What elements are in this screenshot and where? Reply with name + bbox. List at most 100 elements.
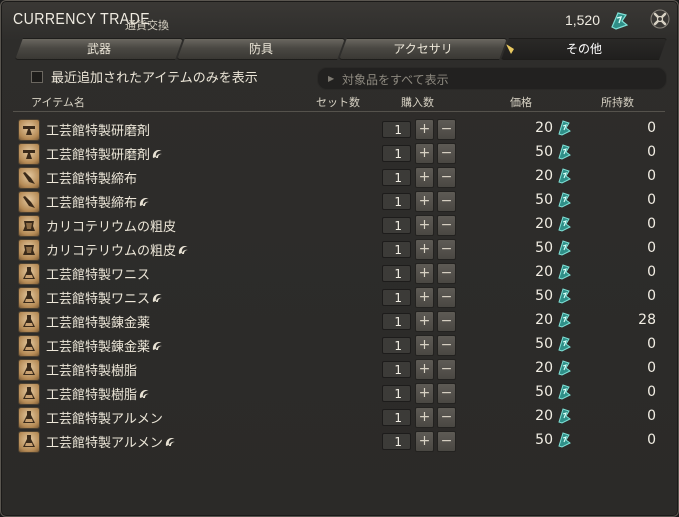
- hammer-icon[interactable]: [18, 143, 40, 165]
- item-row[interactable]: 工芸館特製樹脂 1 + − 50 0: [13, 381, 665, 405]
- cloth-icon[interactable]: [18, 167, 40, 189]
- increment-button[interactable]: +: [415, 431, 434, 452]
- quantity-input[interactable]: 1: [382, 145, 411, 162]
- quantity-input[interactable]: 1: [382, 409, 411, 426]
- flask-icon[interactable]: [18, 311, 40, 333]
- item-row[interactable]: 工芸館特製研磨剤 1 + − 20 0: [13, 117, 665, 141]
- currency-icon: [558, 216, 571, 232]
- decrement-button[interactable]: −: [437, 431, 456, 452]
- cloth-icon[interactable]: [18, 191, 40, 213]
- quantity-input[interactable]: 1: [382, 241, 411, 258]
- settings-icon[interactable]: [649, 8, 671, 30]
- increment-button[interactable]: +: [415, 407, 434, 428]
- item-name-text: 工芸館特製締布: [46, 196, 138, 211]
- increment-button[interactable]: +: [415, 239, 434, 260]
- quantity-input[interactable]: 1: [382, 337, 411, 354]
- item-row[interactable]: カリコテリウムの粗皮 1 + − 50 0: [13, 237, 665, 261]
- increment-button[interactable]: +: [415, 143, 434, 164]
- item-row[interactable]: 工芸館特製アルメン 1 + − 20 0: [13, 405, 665, 429]
- quantity-input[interactable]: 1: [382, 385, 411, 402]
- flask-icon[interactable]: [18, 263, 40, 285]
- tab-other[interactable]: その他: [501, 38, 667, 60]
- flask-icon[interactable]: [18, 431, 40, 453]
- increment-button[interactable]: +: [415, 311, 434, 332]
- item-name: 工芸館特製ワニス: [46, 264, 150, 283]
- item-price: 20: [535, 264, 553, 280]
- item-row[interactable]: 工芸館特製研磨剤 1 + − 50 0: [13, 141, 665, 165]
- recent-only-checkbox[interactable]: [31, 71, 43, 83]
- title-bar[interactable]: CURRENCY TRADE 通貨交換 1,520: [1, 1, 678, 39]
- item-name-text: カリコテリウムの粗皮: [46, 220, 177, 235]
- hq-icon: [152, 293, 163, 302]
- item-name-text: 工芸館特製ワニス: [46, 268, 151, 283]
- currency-icon: [558, 264, 571, 280]
- decrement-button[interactable]: −: [437, 407, 456, 428]
- item-owned-count: 0: [647, 336, 656, 352]
- item-name-text: 工芸館特製樹脂: [46, 364, 138, 379]
- quantity-input[interactable]: 1: [382, 121, 411, 138]
- hammer-icon[interactable]: [18, 119, 40, 141]
- increment-button[interactable]: +: [415, 215, 434, 236]
- decrement-button[interactable]: −: [437, 287, 456, 308]
- item-row[interactable]: 工芸館特製締布 1 + − 20 0: [13, 165, 665, 189]
- flask-icon[interactable]: [18, 359, 40, 381]
- decrement-button[interactable]: −: [437, 359, 456, 380]
- item-owned-count: 0: [647, 360, 656, 376]
- increment-button[interactable]: +: [415, 383, 434, 404]
- flask-icon[interactable]: [18, 407, 40, 429]
- item-name-text: カリコテリウムの粗皮: [46, 244, 177, 259]
- hide-icon[interactable]: [18, 239, 40, 261]
- increment-button[interactable]: +: [415, 359, 434, 380]
- item-owned-count: 0: [647, 168, 656, 184]
- quantity-input[interactable]: 1: [382, 361, 411, 378]
- quantity-input[interactable]: 1: [382, 169, 411, 186]
- window-subtitle: 通貨交換: [125, 19, 169, 32]
- decrement-button[interactable]: −: [437, 335, 456, 356]
- flask-icon[interactable]: [18, 287, 40, 309]
- decrement-button[interactable]: −: [437, 239, 456, 260]
- currency-icon: [558, 192, 571, 208]
- tab-accessories[interactable]: アクセサリ: [339, 38, 507, 60]
- item-price: 20: [535, 408, 553, 424]
- category-tabs: 武器 防具 アクセサリ その他: [15, 38, 665, 59]
- item-row[interactable]: 工芸館特製ワニス 1 + − 50 0: [13, 285, 665, 309]
- decrement-button[interactable]: −: [437, 119, 456, 140]
- decrement-button[interactable]: −: [437, 263, 456, 284]
- increment-button[interactable]: +: [415, 191, 434, 212]
- item-price: 20: [535, 360, 553, 376]
- flask-icon[interactable]: [18, 383, 40, 405]
- increment-button[interactable]: +: [415, 335, 434, 356]
- hide-icon[interactable]: [18, 215, 40, 237]
- decrement-button[interactable]: −: [437, 311, 456, 332]
- decrement-button[interactable]: −: [437, 215, 456, 236]
- item-price: 50: [535, 192, 553, 208]
- item-row[interactable]: 工芸館特製錬金薬 1 + − 20 28: [13, 309, 665, 333]
- flask-icon[interactable]: [18, 335, 40, 357]
- increment-button[interactable]: +: [415, 119, 434, 140]
- show-all-button[interactable]: ▶ 対象品をすべて表示: [317, 67, 667, 90]
- item-row[interactable]: 工芸館特製締布 1 + − 50 0: [13, 189, 665, 213]
- increment-button[interactable]: +: [415, 167, 434, 188]
- tab-armor[interactable]: 防具: [177, 38, 345, 60]
- item-row[interactable]: 工芸館特製樹脂 1 + − 20 0: [13, 357, 665, 381]
- item-row[interactable]: カリコテリウムの粗皮 1 + − 20 0: [13, 213, 665, 237]
- quantity-input[interactable]: 1: [382, 313, 411, 330]
- decrement-button[interactable]: −: [437, 143, 456, 164]
- item-row[interactable]: 工芸館特製錬金薬 1 + − 50 0: [13, 333, 665, 357]
- quantity-input[interactable]: 1: [382, 265, 411, 282]
- decrement-button[interactable]: −: [437, 167, 456, 188]
- item-row[interactable]: 工芸館特製ワニス 1 + − 20 0: [13, 261, 665, 285]
- quantity-input[interactable]: 1: [382, 433, 411, 450]
- decrement-button[interactable]: −: [437, 383, 456, 404]
- decrement-button[interactable]: −: [437, 191, 456, 212]
- increment-button[interactable]: +: [415, 287, 434, 308]
- tab-weapons[interactable]: 武器: [15, 38, 183, 60]
- quantity-input[interactable]: 1: [382, 289, 411, 306]
- quantity-input[interactable]: 1: [382, 193, 411, 210]
- quantity-input[interactable]: 1: [382, 217, 411, 234]
- increment-button[interactable]: +: [415, 263, 434, 284]
- item-name-text: 工芸館特製錬金薬: [46, 316, 151, 331]
- item-row[interactable]: 工芸館特製アルメン 1 + − 50 0: [13, 429, 665, 453]
- item-name: 工芸館特製錬金薬: [46, 312, 150, 331]
- item-owned-count: 0: [647, 216, 656, 232]
